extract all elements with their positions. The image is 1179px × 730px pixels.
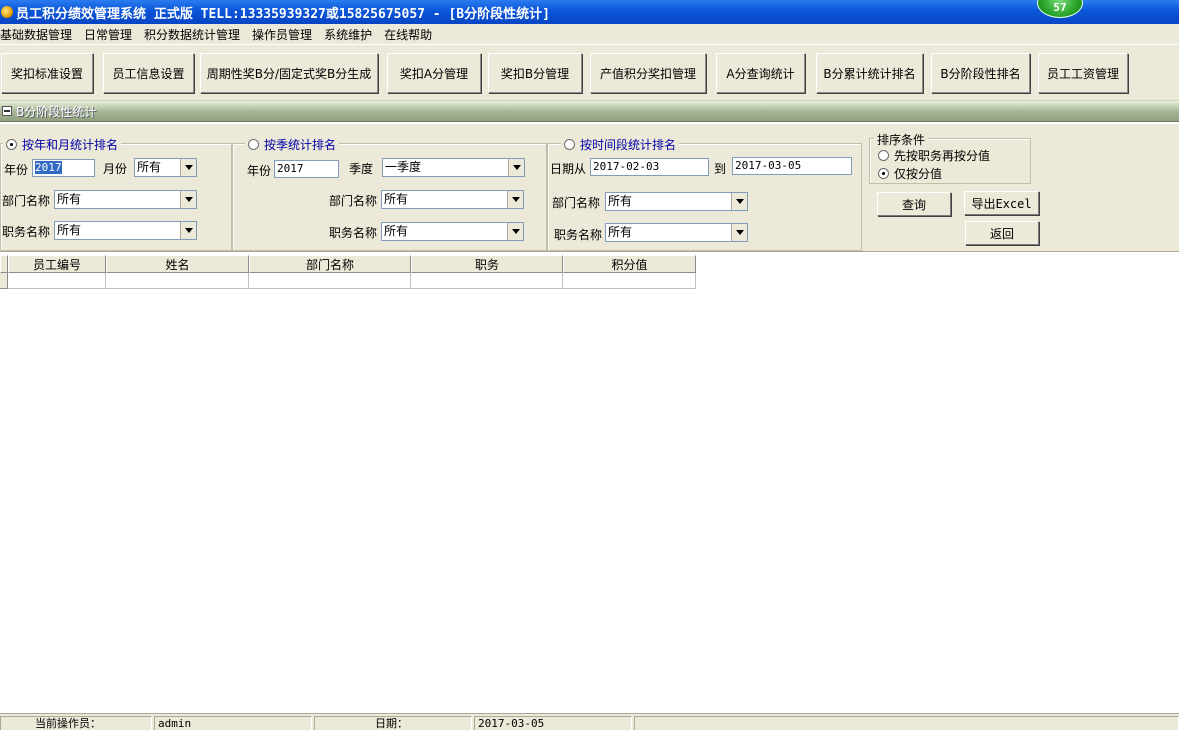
quarter-select[interactable]: 一季度 (382, 158, 525, 177)
post-label: 职务名称 (2, 225, 51, 239)
app-icon (1, 6, 13, 18)
table-cell[interactable] (8, 273, 106, 289)
dropdown-arrow-icon[interactable] (180, 159, 196, 176)
year-label: 年份 (4, 163, 29, 177)
status-bar: 当前操作员： admin 日期： 2017-03-05 (0, 713, 1179, 730)
query-button[interactable]: 查询 (877, 192, 951, 216)
radio-by-quarter[interactable]: 按季统计排名 (245, 136, 340, 153)
date-to-input[interactable]: 2017-03-05 (732, 157, 852, 175)
column-header-employee-id[interactable]: 员工编号 (8, 255, 106, 273)
toolbar-button-b-score[interactable]: 奖扣B分管理 (488, 53, 582, 93)
toolbar: 奖扣标准设置 员工信息设置 周期性奖B分/固定式奖B分生成 奖扣A分管理 奖扣B… (0, 44, 1179, 100)
dropdown-arrow-icon[interactable] (508, 159, 524, 176)
to-label: 到 (714, 162, 727, 176)
dropdown-arrow-icon[interactable] (731, 224, 747, 241)
toolbar-button-b-cumulative[interactable]: B分累计统计排名 (816, 53, 923, 93)
post-select-quarter[interactable]: 所有 (381, 222, 524, 241)
dept-label: 部门名称 (2, 194, 51, 208)
column-header-score[interactable]: 积分值 (563, 255, 696, 273)
menu-help[interactable]: 在线帮助 (384, 26, 438, 43)
radio-button-icon[interactable] (878, 168, 889, 179)
sort-legend: 排序条件 (874, 131, 929, 148)
column-header-post[interactable]: 职务 (411, 255, 563, 273)
radio-button-icon[interactable] (564, 139, 575, 150)
dept-select-period[interactable]: 所有 (605, 192, 748, 211)
status-panel-empty (634, 716, 1179, 730)
window-title: 员工积分绩效管理系统 正式版 TELL:13335939327或15825675… (16, 6, 550, 22)
menu-daily[interactable]: 日常管理 (84, 26, 138, 43)
toolbar-button-periodic-b[interactable]: 周期性奖B分/固定式奖B分生成 (200, 53, 378, 93)
date-from-input[interactable]: 2017-02-03 (590, 158, 709, 176)
from-label: 日期从 (550, 162, 587, 176)
table-cell[interactable] (563, 273, 696, 289)
table-cell[interactable] (411, 273, 563, 289)
quarter-label: 季度 (349, 162, 374, 176)
dropdown-arrow-icon[interactable] (180, 191, 196, 208)
dept-label: 部门名称 (552, 196, 601, 210)
toolbar-button-salary[interactable]: 员工工资管理 (1038, 53, 1128, 93)
radio-button-icon[interactable] (248, 139, 259, 150)
toolbar-button-a-score[interactable]: 奖扣A分管理 (387, 53, 481, 93)
dept-select-month[interactable]: 所有 (54, 190, 197, 209)
date-value: 2017-03-05 (474, 716, 632, 730)
export-excel-button[interactable]: 导出Excel (964, 191, 1039, 215)
dropdown-arrow-icon[interactable] (180, 222, 196, 239)
column-header-name[interactable]: 姓名 (106, 255, 249, 273)
post-select-period[interactable]: 所有 (605, 223, 748, 242)
toolbar-button-employee[interactable]: 员工信息设置 (103, 53, 194, 93)
post-select-month[interactable]: 所有 (54, 221, 197, 240)
year-label: 年份 (247, 164, 272, 178)
row-indicator (0, 273, 8, 289)
dropdown-arrow-icon[interactable] (507, 223, 523, 240)
radio-button-icon[interactable] (878, 150, 889, 161)
section-title: B分阶段性统计 (16, 104, 97, 119)
toolbar-button-standard[interactable]: 奖扣标准设置 (1, 53, 93, 93)
dept-label: 部门名称 (329, 194, 378, 208)
menu-basic-data[interactable]: 基础数据管理 (0, 26, 78, 43)
grid-corner (0, 255, 8, 273)
sort-option-post-then-score[interactable]: 先按职务再按分值 (878, 147, 990, 164)
post-label: 职务名称 (329, 226, 378, 240)
sort-option-score-only[interactable]: 仅按分值 (878, 165, 942, 182)
menu-system[interactable]: 系统维护 (324, 26, 378, 43)
section-header: B分阶段性统计 (0, 100, 1179, 122)
toolbar-button-a-query[interactable]: A分查询统计 (716, 53, 805, 93)
toolbar-button-output-score[interactable]: 产值积分奖扣管理 (590, 53, 706, 93)
radio-by-period[interactable]: 按时间段统计排名 (561, 136, 680, 153)
filter-panel: 按年和月统计排名 年份 2017 月份 所有 部门名称 所有 职务名称 所有 按… (0, 124, 1179, 252)
post-label: 职务名称 (554, 228, 603, 242)
operator-label: 当前操作员： (0, 716, 152, 730)
collapse-icon[interactable] (2, 106, 12, 116)
radio-by-month[interactable]: 按年和月统计排名 (3, 136, 122, 153)
title-bar: 员工积分绩效管理系统 正式版 TELL:13335939327或15825675… (0, 0, 1179, 24)
dept-select-quarter[interactable]: 所有 (381, 190, 524, 209)
menu-operator[interactable]: 操作员管理 (252, 26, 318, 43)
menu-bar: 基础数据管理 日常管理 积分数据统计管理 操作员管理 系统维护 在线帮助 (0, 24, 1179, 44)
year-input-month[interactable]: 2017 (32, 159, 95, 177)
year-input-quarter[interactable]: 2017 (274, 160, 339, 178)
menu-stats[interactable]: 积分数据统计管理 (144, 26, 246, 43)
back-button[interactable]: 返回 (965, 221, 1039, 245)
table-cell[interactable] (106, 273, 249, 289)
dropdown-arrow-icon[interactable] (507, 191, 523, 208)
toolbar-button-b-stage[interactable]: B分阶段性排名 (931, 53, 1030, 93)
notification-badge[interactable]: 57 (1037, 0, 1083, 18)
dropdown-arrow-icon[interactable] (731, 193, 747, 210)
radio-button-icon[interactable] (6, 139, 17, 150)
date-label: 日期： (314, 716, 472, 730)
table-cell[interactable] (249, 273, 411, 289)
column-header-department[interactable]: 部门名称 (249, 255, 411, 273)
operator-value: admin (154, 716, 312, 730)
month-label: 月份 (103, 162, 128, 176)
month-select[interactable]: 所有 (134, 158, 197, 177)
